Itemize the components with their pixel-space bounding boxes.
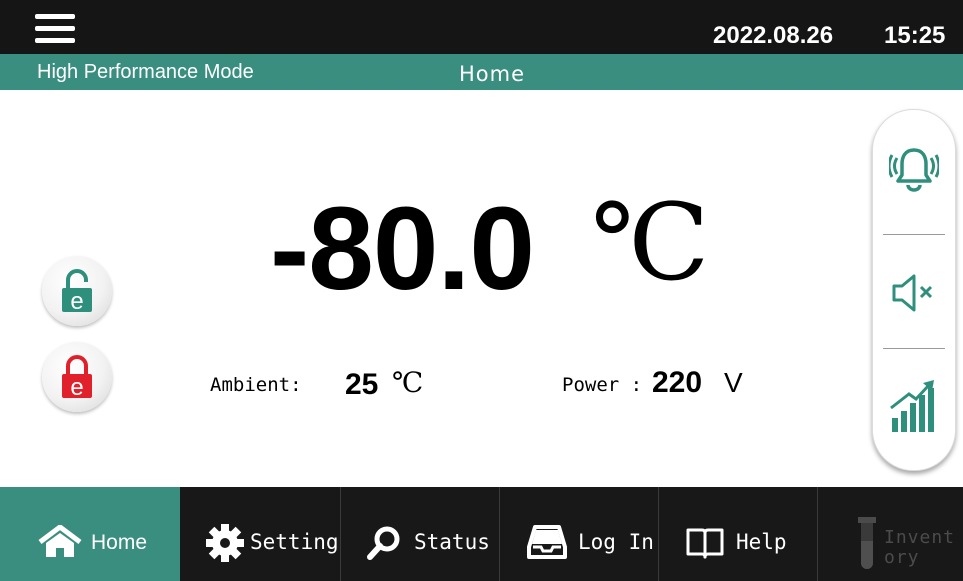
date-display: 2022.08.26 <box>713 22 834 49</box>
svg-text:e: e <box>70 374 83 400</box>
alarm-button[interactable] <box>873 120 955 230</box>
home-icon <box>38 525 82 557</box>
login-tray-icon <box>527 525 567 559</box>
bottom-nav: Home Setting Status Log In Help Invent o… <box>0 487 963 581</box>
mode-label: High Performance Mode <box>37 61 254 83</box>
gear-icon <box>206 524 244 562</box>
ambient-value: 25 <box>345 368 379 401</box>
time-display: 15:25 <box>884 22 946 49</box>
book-icon <box>686 528 724 559</box>
nav-login[interactable]: Log In <box>500 487 657 581</box>
nav-setting[interactable]: Setting <box>181 487 339 581</box>
lock-icon: e <box>62 355 92 400</box>
mute-icon <box>892 274 933 312</box>
nav-help[interactable]: Help <box>659 487 816 581</box>
nav-home-label: Home <box>91 531 148 554</box>
alarm-bell-icon <box>889 148 939 192</box>
nav-inventory-label: Invent ory <box>884 527 956 568</box>
trend-chart-icon <box>890 380 934 432</box>
nav-help-label: Help <box>736 530 787 554</box>
nav-home[interactable]: Home <box>0 487 180 581</box>
temperature-unit: ℃ <box>591 181 710 304</box>
mute-button[interactable] <box>873 237 955 347</box>
power-unit: V <box>724 367 743 398</box>
ambient-label: Ambient: <box>210 374 302 396</box>
trend-chart-button[interactable] <box>873 350 955 460</box>
unlock-button[interactable]: e <box>42 256 112 326</box>
lock-button[interactable]: e <box>42 342 112 412</box>
nav-inventory[interactable]: Invent ory <box>818 487 963 581</box>
mode-bar: High Performance Mode Home <box>0 54 963 90</box>
ambient-unit: ℃ <box>392 366 424 399</box>
power-label: Power : <box>562 374 643 396</box>
top-bar: 2022.08.26 15:25 <box>0 0 963 54</box>
nav-login-label: Log In <box>578 530 654 554</box>
test-tube-icon <box>858 517 876 569</box>
side-panel <box>872 109 956 471</box>
temperature-value: -80.0 <box>270 183 535 315</box>
svg-text:e: e <box>70 288 83 314</box>
hamburger-menu-icon[interactable] <box>35 14 75 44</box>
search-icon <box>367 526 400 560</box>
nav-setting-label: Setting <box>250 530 339 554</box>
unlock-icon: e <box>62 269 92 314</box>
nav-status-label: Status <box>414 530 490 554</box>
nav-status[interactable]: Status <box>341 487 498 581</box>
power-value: 220 <box>652 366 703 399</box>
page-title: Home <box>459 62 526 86</box>
